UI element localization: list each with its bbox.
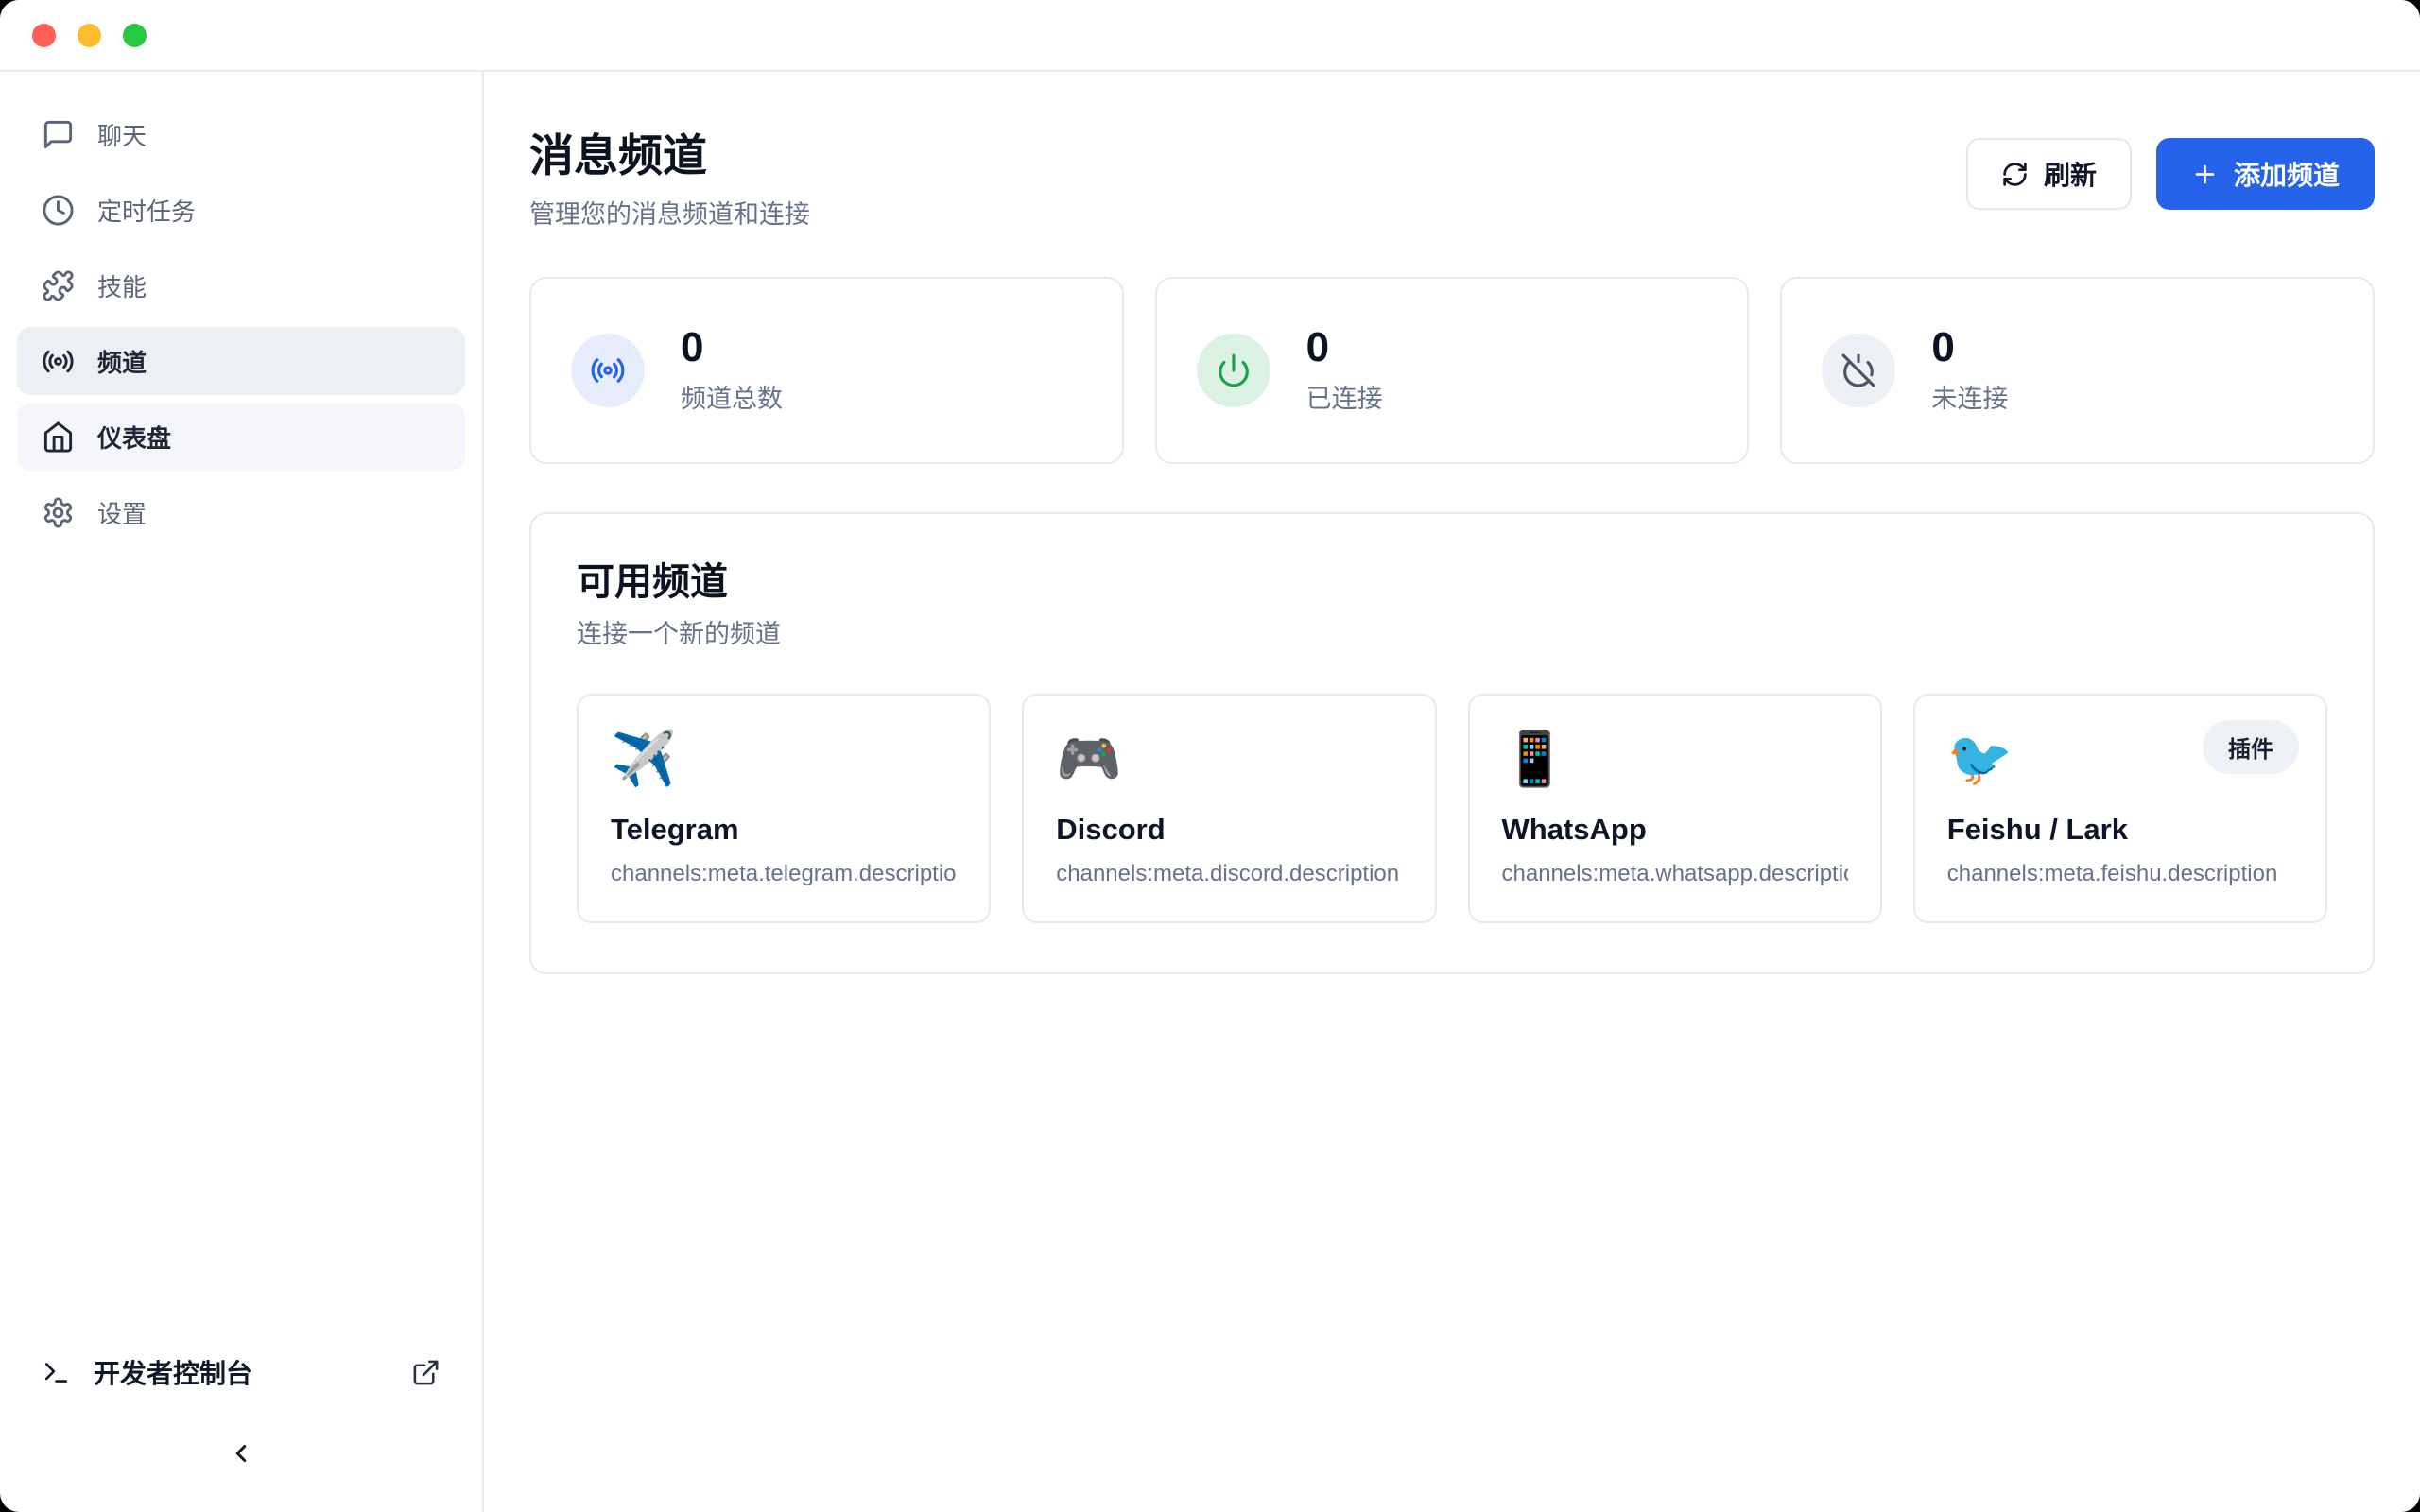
sidebar-item-label: 技能 <box>97 268 147 303</box>
add-channel-button[interactable]: 添加频道 <box>2156 138 2375 210</box>
sidebar-item-channels[interactable]: 频道 <box>17 327 465 395</box>
stat-card-connected: 0 已连接 <box>1155 277 1750 464</box>
clock-icon <box>42 194 75 227</box>
puzzle-icon <box>42 269 75 302</box>
stat-card-disconnected: 0 未连接 <box>1780 277 2375 464</box>
refresh-icon <box>2001 161 2029 188</box>
main-content: 消息频道 管理您的消息频道和连接 刷新 添加频道 <box>484 72 2420 1512</box>
channel-name: Telegram <box>611 813 957 847</box>
external-link-icon <box>411 1358 441 1387</box>
channel-name: Feishu / Lark <box>1947 813 2293 847</box>
home-icon <box>42 421 75 454</box>
plugin-badge: 插件 <box>2203 720 2299 774</box>
panel-title: 可用频道 <box>577 559 2327 605</box>
stat-value: 0 <box>1931 326 2008 369</box>
stat-label: 已连接 <box>1306 378 1383 415</box>
page-header: 消息频道 管理您的消息频道和连接 刷新 添加频道 <box>529 130 2375 231</box>
sidebar: 聊天 定时任务 技能 频道 仪表盘 设置 <box>0 72 484 1512</box>
broadcast-icon <box>42 345 75 378</box>
available-channels-panel: 可用频道 连接一个新的频道 ✈️ Telegram channels:meta.… <box>529 512 2375 974</box>
channel-card-telegram[interactable]: ✈️ Telegram channels:meta.telegram.descr… <box>577 694 991 923</box>
page-title: 消息频道 <box>529 130 810 181</box>
channel-card-whatsapp[interactable]: 📱 WhatsApp channels:meta.whatsapp.descri… <box>1468 694 1882 923</box>
app-window: 聊天 定时任务 技能 频道 仪表盘 设置 <box>0 0 2420 1512</box>
terminal-icon <box>42 1358 71 1387</box>
channel-grid: ✈️ Telegram channels:meta.telegram.descr… <box>577 694 2327 923</box>
discord-emoji-icon: 🎮 <box>1056 730 1402 788</box>
channel-card-feishu[interactable]: 插件 🐦 Feishu / Lark channels:meta.feishu.… <box>1913 694 2327 923</box>
sidebar-item-label: 频道 <box>97 344 147 379</box>
plus-icon <box>2191 161 2219 188</box>
sidebar-item-label: 仪表盘 <box>97 420 171 455</box>
stat-value: 0 <box>1306 326 1383 369</box>
stat-value: 0 <box>681 326 783 369</box>
sidebar-footer: 开发者控制台 <box>17 1338 465 1487</box>
traffic-light-close[interactable] <box>32 24 56 47</box>
chat-icon <box>42 118 75 151</box>
sidebar-item-chat[interactable]: 聊天 <box>17 100 465 168</box>
developer-console-link[interactable]: 开发者控制台 <box>17 1338 465 1406</box>
traffic-light-minimize[interactable] <box>78 24 101 47</box>
sidebar-item-settings[interactable]: 设置 <box>17 478 465 546</box>
channel-card-discord[interactable]: 🎮 Discord channels:meta.discord.descript… <box>1022 694 1436 923</box>
broadcast-icon <box>590 352 626 388</box>
sidebar-collapse-button[interactable] <box>211 1423 271 1484</box>
sidebar-item-label: 聊天 <box>97 117 147 152</box>
power-icon <box>1216 352 1252 388</box>
sidebar-item-dashboard[interactable]: 仪表盘 <box>17 403 465 471</box>
page-subtitle: 管理您的消息频道和连接 <box>529 194 810 231</box>
channel-description: channels:meta.feishu.description <box>1947 861 2293 887</box>
sidebar-item-label: 定时任务 <box>97 193 196 228</box>
telegram-emoji-icon: ✈️ <box>611 730 957 788</box>
panel-subtitle: 连接一个新的频道 <box>577 613 2327 650</box>
stat-label: 未连接 <box>1931 378 2008 415</box>
sidebar-item-label: 设置 <box>97 495 147 530</box>
titlebar <box>0 0 2420 72</box>
sidebar-item-skills[interactable]: 技能 <box>17 251 465 319</box>
whatsapp-emoji-icon: 📱 <box>1502 730 1848 788</box>
sidebar-item-scheduled-tasks[interactable]: 定时任务 <box>17 176 465 244</box>
channel-description: channels:meta.telegram.description <box>611 861 957 887</box>
add-channel-button-label: 添加频道 <box>2234 155 2340 193</box>
refresh-button[interactable]: 刷新 <box>1966 138 2132 210</box>
channel-name: Discord <box>1056 813 1402 847</box>
channel-description: channels:meta.whatsapp.description <box>1502 861 1848 887</box>
chevron-left-icon <box>227 1439 255 1468</box>
developer-console-label: 开发者控制台 <box>94 1353 252 1391</box>
power-off-icon <box>1841 352 1876 388</box>
gear-icon <box>42 496 75 529</box>
traffic-light-zoom[interactable] <box>123 24 147 47</box>
refresh-button-label: 刷新 <box>2044 155 2097 193</box>
stat-card-total-channels: 0 频道总数 <box>529 277 1124 464</box>
channel-description: channels:meta.discord.description <box>1056 861 1402 887</box>
stat-label: 频道总数 <box>681 378 783 415</box>
channel-name: WhatsApp <box>1502 813 1848 847</box>
sidebar-collapse-row <box>17 1419 465 1487</box>
stats-row: 0 频道总数 0 已连接 <box>529 277 2375 464</box>
